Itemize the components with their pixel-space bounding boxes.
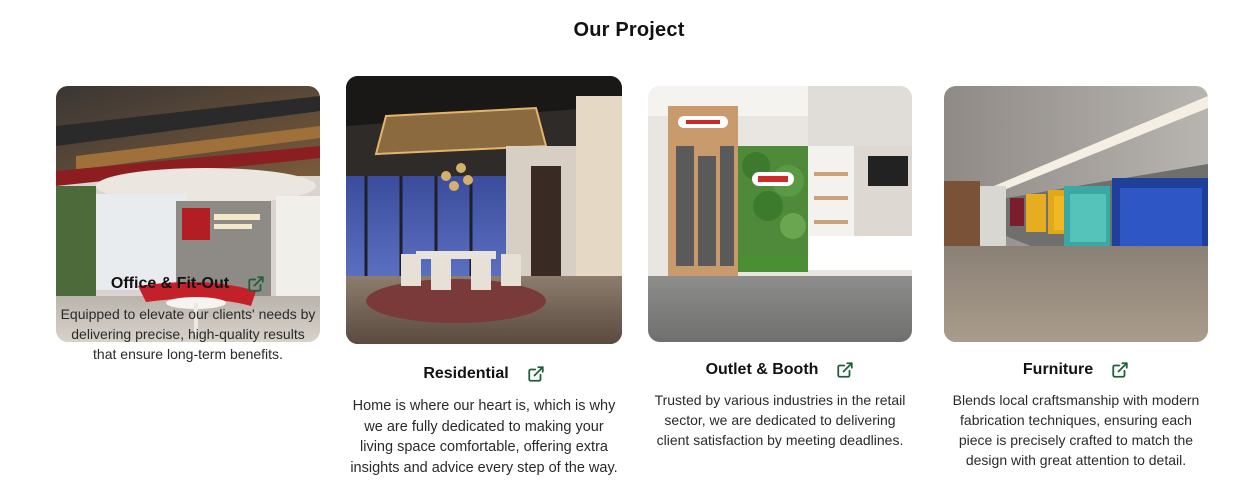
project-image-furniture[interactable] bbox=[944, 86, 1208, 342]
external-link-icon[interactable] bbox=[247, 275, 265, 293]
external-link-icon[interactable] bbox=[527, 365, 545, 383]
project-description: Equipped to elevate our clients' needs b… bbox=[60, 306, 316, 362]
project-description: Blends local craftsmanship with modern f… bbox=[952, 392, 1200, 468]
project-title: Residential bbox=[423, 365, 509, 382]
external-link-icon[interactable] bbox=[1111, 361, 1129, 379]
project-head-residential: Residential bbox=[346, 363, 622, 385]
project-description: Home is where our heart is, which is why… bbox=[350, 398, 618, 476]
project-head-furniture: Furniture bbox=[944, 359, 1208, 381]
project-head-office: Office & Fit-Out bbox=[56, 273, 320, 295]
project-title: Outlet & Booth bbox=[705, 361, 819, 378]
outlet-photo bbox=[648, 86, 912, 342]
furniture-photo bbox=[944, 86, 1208, 342]
project-image-outlet[interactable] bbox=[648, 86, 912, 342]
project-image-residential[interactable] bbox=[346, 76, 622, 344]
project-title: Office & Fit-Out bbox=[110, 275, 230, 292]
external-link-icon[interactable] bbox=[836, 361, 854, 379]
project-head-outlet: Outlet & Booth bbox=[648, 359, 912, 381]
project-title: Furniture bbox=[1022, 361, 1094, 378]
section-title: Our Project bbox=[573, 19, 685, 41]
project-description: Trusted by various industries in the ret… bbox=[654, 392, 906, 448]
residential-photo bbox=[346, 76, 622, 344]
